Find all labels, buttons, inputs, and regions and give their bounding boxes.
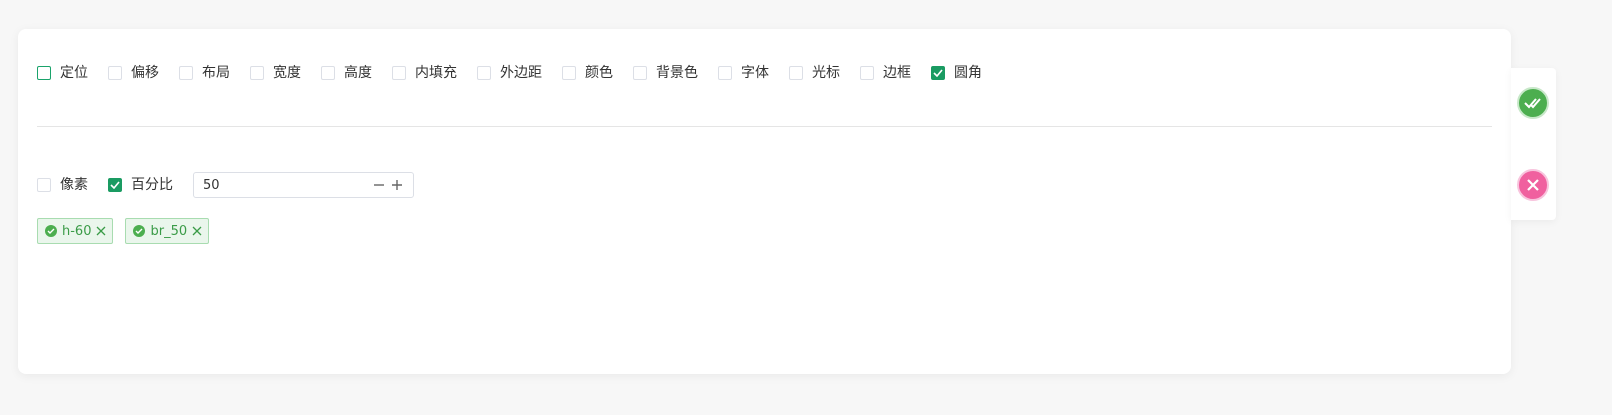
checkbox-layout[interactable]: 布局 xyxy=(179,63,230,83)
checkbox-border[interactable]: 边框 xyxy=(860,63,911,83)
checkbox-label: 光标 xyxy=(812,65,840,81)
plus-icon xyxy=(392,180,402,190)
checkbox-box[interactable] xyxy=(37,178,51,192)
checkbox-label: 内填充 xyxy=(415,65,457,81)
tag-label: h-60 xyxy=(62,223,92,239)
checkbox-label: 布局 xyxy=(202,65,230,81)
tag-label: br_50 xyxy=(150,223,188,239)
double-check-icon xyxy=(1524,98,1541,109)
unit-options: 像素 百分比 50 xyxy=(37,171,414,199)
checkbox-label: 偏移 xyxy=(131,65,159,81)
close-icon[interactable] xyxy=(192,226,202,236)
page: 定位 偏移 布局 宽度 高度 内填充 外边距 颜色 背景色 字体 光标 边框 圆… xyxy=(0,0,1612,415)
checkbox-label: 定位 xyxy=(60,65,88,81)
minus-icon xyxy=(374,184,384,186)
checkbox-label: 边框 xyxy=(883,65,911,81)
checkbox-label: 外边距 xyxy=(500,65,542,81)
checkbox-margin[interactable]: 外边距 xyxy=(477,63,542,83)
checkbox-label: 高度 xyxy=(344,65,372,81)
number-input[interactable]: 50 xyxy=(193,172,414,198)
close-icon xyxy=(1527,179,1539,191)
check-circle-icon xyxy=(45,225,57,237)
checkbox-border-radius[interactable]: 圆角 xyxy=(931,63,982,83)
checkbox-box[interactable] xyxy=(108,66,122,80)
checkbox-position[interactable]: 定位 xyxy=(37,63,88,83)
checkbox-offset[interactable]: 偏移 xyxy=(108,63,159,83)
checkbox-box[interactable] xyxy=(392,66,406,80)
checkbox-box[interactable] xyxy=(718,66,732,80)
checkbox-font[interactable]: 字体 xyxy=(718,63,769,83)
checkbox-label: 颜色 xyxy=(585,65,613,81)
style-editor-panel: 定位 偏移 布局 宽度 高度 内填充 外边距 颜色 背景色 字体 光标 边框 圆… xyxy=(18,29,1511,374)
checkbox-box[interactable] xyxy=(179,66,193,80)
close-icon[interactable] xyxy=(96,226,106,236)
checkbox-box[interactable] xyxy=(477,66,491,80)
checkbox-box[interactable] xyxy=(37,66,51,80)
checkbox-label: 百分比 xyxy=(131,177,173,193)
tag-item: br_50 xyxy=(125,218,210,244)
selected-tags: h-60 br_50 xyxy=(37,218,221,244)
decrement-button[interactable] xyxy=(371,177,387,193)
checkbox-box[interactable] xyxy=(633,66,647,80)
checkbox-label: 宽度 xyxy=(273,65,301,81)
check-circle-icon xyxy=(133,225,146,237)
checkbox-cursor[interactable]: 光标 xyxy=(789,63,840,83)
divider xyxy=(37,126,1492,127)
checkbox-color[interactable]: 颜色 xyxy=(562,63,613,83)
checkbox-width[interactable]: 宽度 xyxy=(250,63,301,83)
increment-button[interactable] xyxy=(389,177,405,193)
confirm-button[interactable] xyxy=(1517,87,1549,119)
checkbox-box[interactable] xyxy=(250,66,264,80)
checkbox-box[interactable] xyxy=(108,178,122,192)
property-checkbox-group: 定位 偏移 布局 宽度 高度 内填充 外边距 颜色 背景色 字体 光标 边框 圆… xyxy=(37,63,1002,83)
checkbox-box[interactable] xyxy=(321,66,335,80)
checkbox-box[interactable] xyxy=(860,66,874,80)
checkbox-percent[interactable]: 百分比 xyxy=(108,175,173,195)
checkbox-box[interactable] xyxy=(931,66,945,80)
checkbox-label: 背景色 xyxy=(656,65,698,81)
checkbox-label: 圆角 xyxy=(954,65,982,81)
checkbox-pixel[interactable]: 像素 xyxy=(37,175,88,195)
cancel-button[interactable] xyxy=(1517,169,1549,201)
checkbox-box[interactable] xyxy=(562,66,576,80)
checkbox-padding[interactable]: 内填充 xyxy=(392,63,457,83)
tag-item: h-60 xyxy=(37,218,114,244)
checkbox-background-color[interactable]: 背景色 xyxy=(633,63,698,83)
checkbox-label: 像素 xyxy=(60,177,88,193)
checkbox-box[interactable] xyxy=(789,66,803,80)
checkbox-height[interactable]: 高度 xyxy=(321,63,372,83)
number-input-value[interactable]: 50 xyxy=(194,178,371,193)
checkbox-label: 字体 xyxy=(741,65,769,81)
